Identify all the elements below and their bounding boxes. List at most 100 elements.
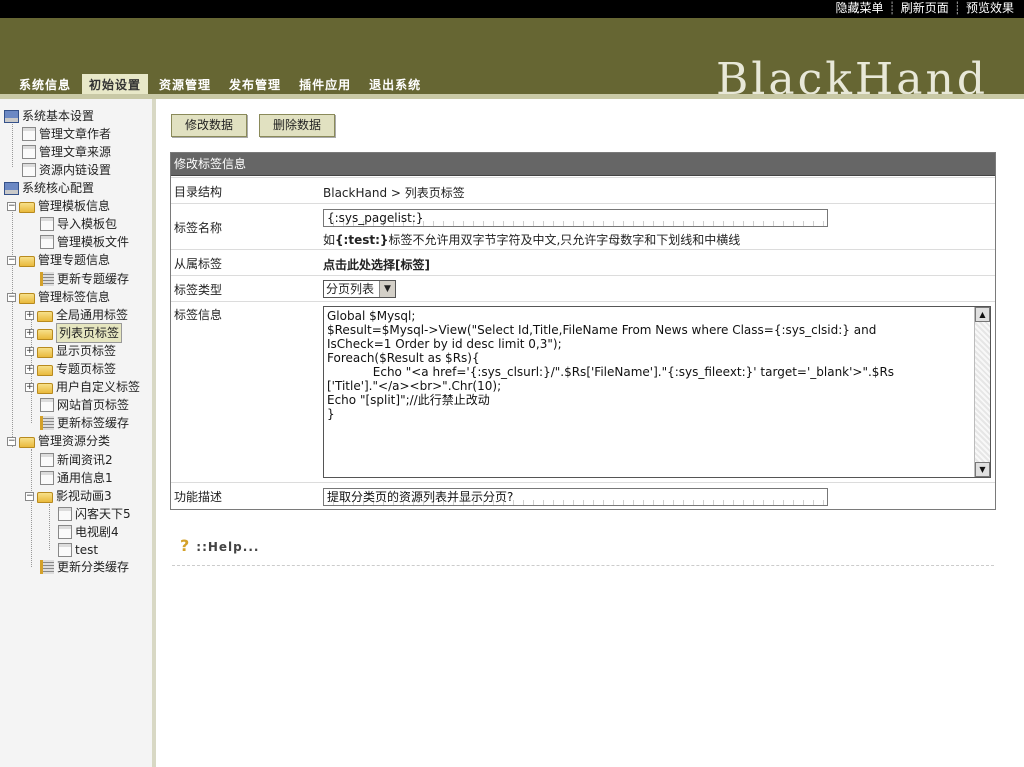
collapse-icon[interactable]: − (7, 292, 16, 302)
info-row: 标签信息 Global $Mysql; $Result=$Mysql->View… (171, 301, 995, 482)
textarea-scrollbar[interactable]: ▲ ▼ (974, 307, 990, 477)
folder-open-icon (19, 255, 35, 267)
sidebar-item-resource-categories[interactable]: − 管理资源分类 (7, 432, 110, 450)
sidebar-item-animation[interactable]: − 影视动画3 (25, 487, 112, 505)
sidebar-item-label: 更新标签缓存 (57, 416, 130, 430)
sidebar-item-system-basic[interactable]: 系统基本设置 (4, 107, 94, 125)
sidebar-item-label: 更新专题缓存 (57, 272, 130, 286)
sidebar-item-general-info[interactable]: 通用信息1 (40, 469, 113, 487)
tab-plugins[interactable]: 插件应用 (292, 74, 358, 94)
sidebar-item-system-core[interactable]: 系统核心配置 (4, 179, 94, 197)
tag-name-input[interactable]: {:sys_pagelist:} (323, 209, 828, 227)
folder-icon (37, 364, 53, 376)
page-icon (22, 127, 36, 141)
sidebar-item-internal-links[interactable]: 资源内链设置 (22, 161, 111, 179)
sidebar-item-display-page-tags[interactable]: + 显示页标签 (25, 342, 116, 360)
collapse-icon[interactable]: − (7, 255, 16, 265)
sidebar-item-template-files[interactable]: 管理模板文件 (40, 233, 129, 251)
sidebar-item-article-author[interactable]: 管理文章作者 (22, 125, 111, 143)
sidebar-item-topic-info[interactable]: − 管理专题信息 (7, 251, 110, 269)
sidebar-item-label: 系统基本设置 (22, 109, 95, 123)
modify-data-button[interactable]: 修改数据 (171, 114, 248, 137)
sidebar-item-flash[interactable]: 闪客天下5 (58, 505, 131, 523)
info-label: 标签信息 (174, 308, 223, 322)
tree-line (12, 207, 13, 447)
folder-open-icon (19, 292, 35, 304)
expand-icon[interactable]: + (25, 346, 34, 356)
cache-icon (40, 416, 54, 430)
sidebar-item-label: 新闻资讯2 (57, 453, 113, 467)
page-icon (58, 543, 72, 557)
sidebar-item-news[interactable]: 新闻资讯2 (40, 451, 113, 469)
sidebar-item-label: 管理文章作者 (39, 127, 112, 141)
sidebar-item-import-template[interactable]: 导入模板包 (40, 215, 117, 233)
select-parent-link[interactable]: 点击此处选择[标签] (323, 256, 430, 273)
separator: ┊ (888, 1, 896, 15)
sidebar-item-label: 列表页标签 (56, 323, 123, 343)
sidebar-item-label: 网站首页标签 (57, 398, 130, 412)
dir-label: 目录结构 (174, 185, 223, 199)
tag-info-textarea[interactable]: Global $Mysql; $Result=$Mysql->View("Sel… (323, 306, 991, 478)
sidebar-item-label: 用户自定义标签 (56, 380, 141, 394)
scroll-down-icon[interactable]: ▼ (975, 462, 990, 477)
tab-exit-system[interactable]: 退出系统 (362, 74, 428, 94)
tree-line (31, 449, 32, 567)
parent-row: 从属标签 点击此处选择[标签] (171, 249, 995, 275)
sidebar-item-label: 管理模板信息 (38, 199, 111, 213)
expand-icon[interactable]: + (25, 364, 34, 374)
hide-menu-link[interactable]: 隐藏菜单 (835, 1, 883, 15)
sidebar-item-tag-info[interactable]: − 管理标签信息 (7, 288, 110, 306)
sidebar-item-test[interactable]: test (58, 541, 98, 559)
sidebar-item-label: 专题页标签 (56, 362, 117, 376)
sidebar-item-label: 通用信息1 (57, 471, 113, 485)
sidebar-item-tv-drama[interactable]: 电视剧4 (58, 523, 119, 541)
collapse-icon[interactable]: − (25, 491, 34, 501)
sidebar-item-global-tags[interactable]: + 全局通用标签 (25, 306, 128, 324)
sidebar-item-list-page-tags[interactable]: + 列表页标签 (25, 323, 123, 343)
expand-icon[interactable]: + (25, 310, 34, 320)
sidebar-item-custom-tags[interactable]: + 用户自定义标签 (25, 378, 140, 396)
description-input[interactable]: 提取分类页的资源列表并显示分页? (323, 488, 828, 506)
sidebar-item-label: 资源内链设置 (39, 163, 112, 177)
page-icon (40, 398, 54, 412)
collapse-icon[interactable]: − (7, 436, 16, 446)
help-label[interactable]: ::Help... (196, 540, 259, 554)
sidebar-item-article-source[interactable]: 管理文章来源 (22, 143, 111, 161)
sidebar-item-label: 显示页标签 (56, 344, 117, 358)
tab-resource-management[interactable]: 资源管理 (152, 74, 218, 94)
sidebar-item-update-tag-cache[interactable]: 更新标签缓存 (40, 414, 129, 432)
tag-type-value: 分页列表 (326, 282, 375, 296)
collapse-icon[interactable]: − (7, 201, 16, 211)
type-row: 标签类型 分页列表 ▼ (171, 275, 995, 301)
tab-system-info[interactable]: 系统信息 (12, 74, 78, 94)
expand-icon[interactable]: + (25, 328, 34, 338)
tab-publish-management[interactable]: 发布管理 (222, 74, 288, 94)
folder-open-icon (19, 201, 35, 213)
sidebar-item-homepage-tags[interactable]: 网站首页标签 (40, 396, 129, 414)
page-icon (22, 163, 36, 177)
help-section: ?::Help... (180, 536, 259, 555)
page-icon (22, 145, 36, 159)
dir-row: 目录结构 BlackHand > 列表页标签 (171, 177, 995, 203)
delete-data-button[interactable]: 删除数据 (259, 114, 336, 137)
name-label: 标签名称 (174, 221, 223, 235)
folder-icon (37, 382, 53, 394)
refresh-page-link[interactable]: 刷新页面 (901, 1, 949, 15)
tab-initial-settings[interactable]: 初始设置 (82, 74, 149, 94)
sidebar-item-update-topic-cache[interactable]: 更新专题缓存 (40, 270, 129, 288)
tag-name-hint: 如{:test:}标签不允许用双字节字符及中文,只允许字母数字和下划线和中横线 (323, 233, 741, 247)
sidebar-item-update-category-cache[interactable]: 更新分类缓存 (40, 558, 129, 576)
cache-icon (40, 272, 54, 286)
chevron-down-icon: ▼ (379, 281, 395, 297)
preview-link[interactable]: 预览效果 (966, 1, 1014, 15)
tag-type-select[interactable]: 分页列表 ▼ (323, 280, 396, 298)
sidebar-item-label: 管理模板文件 (57, 235, 130, 249)
page-icon (40, 453, 54, 467)
separator: ┊ (953, 1, 961, 15)
folder-open-icon (37, 491, 53, 503)
expand-icon[interactable]: + (25, 382, 34, 392)
sidebar-item-template-info[interactable]: − 管理模板信息 (7, 197, 110, 215)
header: 系统信息 初始设置 资源管理 发布管理 插件应用 退出系统 BlackHand (0, 18, 1024, 100)
sidebar-item-topic-page-tags[interactable]: + 专题页标签 (25, 360, 116, 378)
scroll-up-icon[interactable]: ▲ (975, 307, 990, 322)
